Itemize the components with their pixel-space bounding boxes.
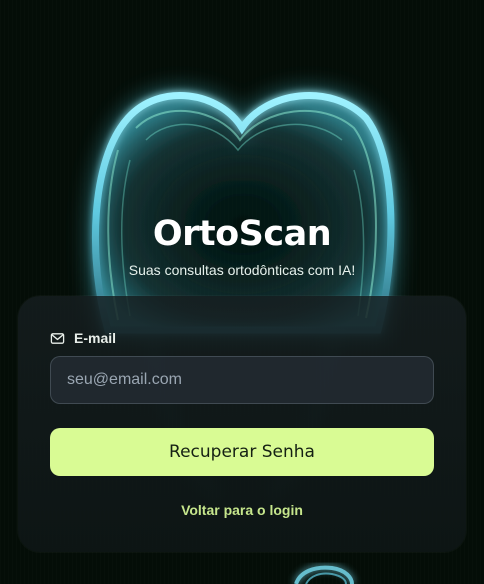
back-to-login-link[interactable]: Voltar para o login — [18, 502, 466, 518]
email-input[interactable] — [51, 357, 433, 403]
email-label: E-mail — [50, 330, 116, 346]
mail-icon — [50, 332, 65, 344]
recover-password-button[interactable]: Recuperar Senha — [50, 428, 434, 476]
brand-header: OrtoScan Suas consultas ortodônticas com… — [0, 214, 484, 278]
recover-password-card: E-mail Recuperar Senha Voltar para o log… — [18, 296, 466, 552]
app-title: OrtoScan — [152, 214, 332, 254]
app-subtitle: Suas consultas ortodônticas com IA! — [128, 262, 356, 278]
email-field-container — [50, 356, 434, 404]
email-label-text: E-mail — [74, 330, 117, 346]
